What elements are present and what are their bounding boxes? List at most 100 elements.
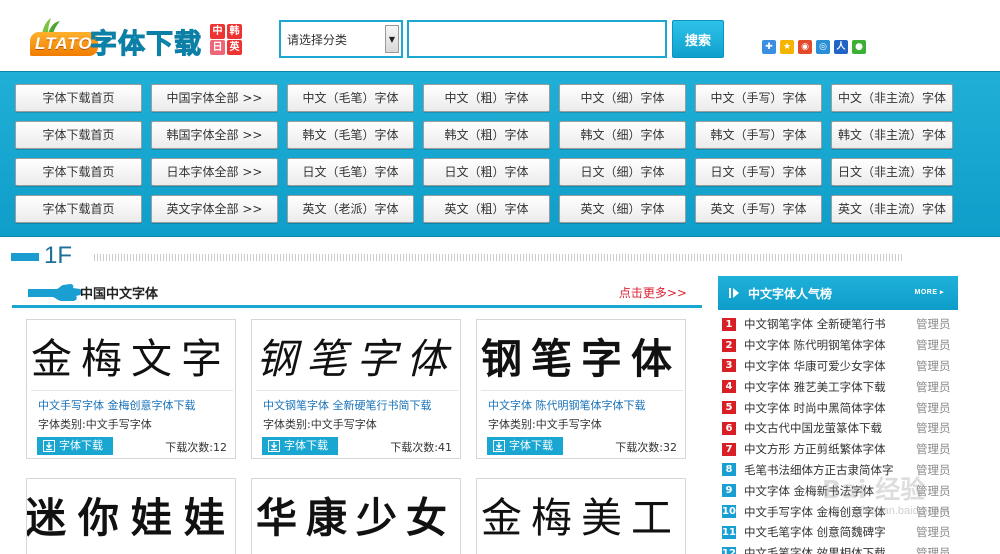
site-logo[interactable]: LTATO 字体下载 中 韩 日 英 bbox=[30, 18, 244, 62]
ranking-font-name[interactable]: 中文古代中国龙萤篆体下载 bbox=[744, 420, 916, 436]
font-name-link[interactable]: 中文钢笔字体 全新硬笔行书简下载 bbox=[263, 397, 432, 413]
ranking-font-name[interactable]: 中文方形 方正剪纸繁体字体 bbox=[744, 441, 916, 457]
ranking-font-name[interactable]: 中文字体 金梅新书法字体 bbox=[744, 483, 916, 499]
nav-item[interactable]: 日文（粗）字体 bbox=[423, 158, 550, 186]
rank-number: 3 bbox=[722, 359, 736, 373]
ranking-item[interactable]: 6 中文古代中国龙萤篆体下载 管理员 bbox=[718, 418, 963, 439]
font-category: 字体类别:中文手写字体 bbox=[38, 418, 152, 431]
nav-item[interactable]: 中国字体全部 >> bbox=[151, 84, 278, 112]
search-input[interactable] bbox=[407, 20, 667, 58]
ranking-item[interactable]: 10 中文手写字体 金梅创意字体 管理员 bbox=[718, 501, 963, 522]
pointing-hand-icon bbox=[28, 284, 82, 301]
nav-row-english: 字体下载首页 英文字体全部 >> 英文（老派）字体 英文（粗）字体 英文（细）字… bbox=[15, 195, 953, 223]
ranking-item[interactable]: 7 中文方形 方正剪纸繁体字体 管理员 bbox=[718, 439, 963, 460]
font-preview[interactable]: 华康少女 bbox=[252, 479, 460, 549]
nav-item[interactable]: 字体下载首页 bbox=[15, 84, 142, 112]
star-share-icon[interactable]: ★ bbox=[780, 40, 794, 54]
nav-item[interactable]: 字体下载首页 bbox=[15, 121, 142, 149]
font-category: 字体类别:中文手写字体 bbox=[488, 418, 602, 431]
nav-item[interactable]: 韩国字体全部 >> bbox=[151, 121, 278, 149]
nav-item[interactable]: 字体下载首页 bbox=[15, 158, 142, 186]
rank-number: 7 bbox=[722, 442, 736, 456]
nav-item[interactable]: 日文（细）字体 bbox=[559, 158, 686, 186]
nav-item[interactable]: 英文（粗）字体 bbox=[423, 195, 550, 223]
font-preview[interactable]: 金梅美工 bbox=[477, 479, 685, 549]
font-name-link[interactable]: 中文字体 陈代明钢笔体字体下载 bbox=[488, 397, 646, 413]
font-card[interactable]: 金梅文字 中文手写字体 金梅创意字体下载 字体类别:中文手写字体 字体下载 下载… bbox=[26, 319, 236, 459]
font-card[interactable]: 钢笔字体 中文钢笔字体 全新硬笔行书简下载 字体类别:中文手写字体 字体下载 下… bbox=[251, 319, 461, 459]
nav-item[interactable]: 韩文（细）字体 bbox=[559, 121, 686, 149]
font-preview[interactable]: 钢笔字体 bbox=[252, 320, 460, 390]
search-button[interactable]: 搜索 bbox=[672, 20, 724, 58]
ranking-item[interactable]: 3 中文字体 华康可爱少女字体 管理员 bbox=[718, 356, 963, 377]
nav-item[interactable]: 日文（手写）字体 bbox=[695, 158, 822, 186]
ranking-item[interactable]: 2 中文字体 陈代明钢笔体字体 管理员 bbox=[718, 335, 963, 356]
ranking-more-link[interactable]: MORE ▸ bbox=[915, 288, 944, 296]
nav-item[interactable]: 韩文（手写）字体 bbox=[695, 121, 822, 149]
download-button[interactable]: 字体下载 bbox=[262, 437, 338, 455]
font-card[interactable]: 金梅美工 bbox=[476, 478, 686, 554]
ranking-font-name[interactable]: 中文钢笔字体 全新硬笔行书 bbox=[744, 316, 916, 332]
ranking-font-name[interactable]: 中文字体 雅艺美工字体下载 bbox=[744, 379, 916, 395]
more-link[interactable]: 点击更多>> bbox=[619, 284, 687, 301]
logo-language-tags: 中 韩 日 英 bbox=[210, 24, 242, 55]
font-card[interactable]: 华康少女 bbox=[251, 478, 461, 554]
nav-item[interactable]: 中文（手写）字体 bbox=[695, 84, 822, 112]
ranking-item[interactable]: 1 中文钢笔字体 全新硬笔行书 管理员 bbox=[718, 314, 963, 335]
nav-item[interactable]: 中文（毛笔）字体 bbox=[287, 84, 414, 112]
ranking-font-name[interactable]: 中文毛笔字体 创意简魏碑字 bbox=[744, 524, 916, 540]
download-label: 字体下载 bbox=[59, 440, 103, 452]
nav-item[interactable]: 日文（非主流）字体 bbox=[831, 158, 953, 186]
nav-item[interactable]: 英文（手写）字体 bbox=[695, 195, 822, 223]
nav-item[interactable]: 日文（毛笔）字体 bbox=[287, 158, 414, 186]
ranking-item[interactable]: 9 中文字体 金梅新书法字体 管理员 bbox=[718, 480, 963, 501]
ranking-item[interactable]: 11 中文毛笔字体 创意简魏碑字 管理员 bbox=[718, 522, 963, 543]
download-icon bbox=[268, 440, 280, 452]
nav-item[interactable]: 日本字体全部 >> bbox=[151, 158, 278, 186]
category-select[interactable]: 请选择分类 ▼ bbox=[279, 20, 403, 58]
download-icon bbox=[43, 440, 55, 452]
nav-item[interactable]: 中文（粗）字体 bbox=[423, 84, 550, 112]
nav-item[interactable]: 英文（老派）字体 bbox=[287, 195, 414, 223]
download-button[interactable]: 字体下载 bbox=[37, 437, 113, 455]
font-name-link[interactable]: 中文手写字体 金梅创意字体下载 bbox=[38, 397, 196, 413]
dropdown-arrow-icon[interactable]: ▼ bbox=[385, 25, 399, 53]
ranking-author: 管理员 bbox=[916, 483, 951, 498]
logo-tag: 英 bbox=[227, 40, 242, 55]
nav-item[interactable]: 英文字体全部 >> bbox=[151, 195, 278, 223]
rank-number: 5 bbox=[722, 401, 736, 415]
renren-share-icon[interactable]: 人 bbox=[834, 40, 848, 54]
download-count: 下载次数:12 bbox=[165, 441, 227, 454]
play-arrow-icon bbox=[729, 288, 739, 298]
nav-item[interactable]: 韩文（毛笔）字体 bbox=[287, 121, 414, 149]
ranking-item[interactable]: 4 中文字体 雅艺美工字体下载 管理员 bbox=[718, 376, 963, 397]
nav-item[interactable]: 中文（非主流）字体 bbox=[831, 84, 953, 112]
ranking-font-name[interactable]: 中文毛笔字体 效果相体下载 bbox=[744, 545, 916, 554]
nav-item[interactable]: 韩文（粗）字体 bbox=[423, 121, 550, 149]
nav-item[interactable]: 字体下载首页 bbox=[15, 195, 142, 223]
ranking-font-name[interactable]: 中文字体 华康可爱少女字体 bbox=[744, 358, 916, 374]
page: LTATO 字体下载 中 韩 日 英 请选择分类 ▼ 搜索 ✚ ★ ◉ ◎ 人 … bbox=[0, 0, 1000, 554]
ranking-font-name[interactable]: 毛笔书法细体方正古隶简体字 bbox=[744, 462, 916, 478]
ranking-font-name[interactable]: 中文字体 时尚中黑简体字体 bbox=[744, 400, 916, 416]
nav-item[interactable]: 中文（细）字体 bbox=[559, 84, 686, 112]
ranking-font-name[interactable]: 中文字体 陈代明钢笔体字体 bbox=[744, 337, 916, 353]
nav-item[interactable]: 英文（细）字体 bbox=[559, 195, 686, 223]
nav-row-korean: 字体下载首页 韩国字体全部 >> 韩文（毛笔）字体 韩文（粗）字体 韩文（细）字… bbox=[15, 121, 953, 149]
font-preview[interactable]: 金梅文字 bbox=[27, 320, 235, 390]
font-card[interactable]: 迷你娃娃 bbox=[26, 478, 236, 554]
ranking-font-name[interactable]: 中文手写字体 金梅创意字体 bbox=[744, 504, 916, 520]
ranking-item[interactable]: 5 中文字体 时尚中黑简体字体 管理员 bbox=[718, 397, 963, 418]
font-preview[interactable]: 迷你娃娃 bbox=[27, 479, 235, 549]
weibo-share-icon[interactable]: ◉ bbox=[798, 40, 812, 54]
wechat-share-icon[interactable]: ● bbox=[852, 40, 866, 54]
ranking-item[interactable]: 12 中文毛笔字体 效果相体下载 管理员 bbox=[718, 543, 963, 554]
font-preview[interactable]: 钢笔字体 bbox=[477, 320, 685, 390]
font-card[interactable]: 钢笔字体 中文字体 陈代明钢笔体字体下载 字体类别:中文手写字体 字体下载 下载… bbox=[476, 319, 686, 459]
nav-item[interactable]: 英文（非主流）字体 bbox=[831, 195, 953, 223]
qzone-share-icon[interactable]: ✚ bbox=[762, 40, 776, 54]
ranking-item[interactable]: 8 毛笔书法细体方正古隶简体字 管理员 bbox=[718, 460, 963, 481]
nav-item[interactable]: 韩文（非主流）字体 bbox=[831, 121, 953, 149]
download-button[interactable]: 字体下载 bbox=[487, 437, 563, 455]
tencent-share-icon[interactable]: ◎ bbox=[816, 40, 830, 54]
